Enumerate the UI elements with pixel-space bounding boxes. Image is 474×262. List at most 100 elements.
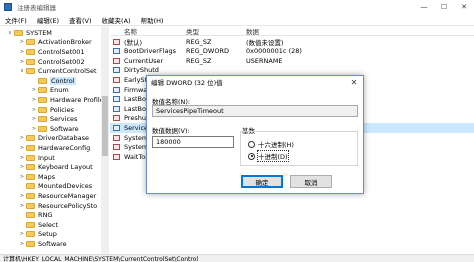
folder-icon <box>26 231 35 238</box>
collapse-chevron-icon[interactable]: ∨ <box>6 30 14 36</box>
column-header-type[interactable]: 类型 <box>186 26 199 36</box>
menu-view[interactable]: 查看(V) <box>64 15 97 25</box>
tree-item-label: Setup <box>38 230 57 239</box>
expand-chevron-icon[interactable]: > <box>30 107 38 113</box>
decimal-radio-label[interactable]: 十进制(D) <box>257 150 289 162</box>
tree-item[interactable]: > ControlSet002 <box>18 57 85 67</box>
collapse-chevron-icon[interactable]: ∨ <box>18 68 26 74</box>
value-row[interactable]: DirtyShutd <box>110 66 474 75</box>
tree-item[interactable]: > Hardware Profiles <box>30 95 107 105</box>
tree-item[interactable]: > Software <box>18 239 67 249</box>
menu-bar: 文件(F) 编辑(E) 查看(V) 收藏夹(A) 帮助(H) <box>0 14 474 26</box>
tree-item[interactable]: > Software <box>30 124 79 134</box>
tree-item[interactable]: > Setup <box>18 230 57 240</box>
tree-item-label: HardwareConfig <box>38 143 91 152</box>
binary-value-icon <box>113 48 120 55</box>
value-row[interactable]: (默认) REG_SZ (数值未设置) <box>110 37 474 47</box>
tree-item-label: Policies <box>50 105 75 114</box>
tree-item[interactable]: ∨ CurrentControlSet <box>18 66 97 76</box>
string-value-icon <box>113 38 120 45</box>
value-data: USERNAME <box>246 56 283 65</box>
dialog-close-icon[interactable]: ✕ <box>347 77 361 87</box>
tree-item-label: Maps <box>38 172 56 181</box>
expand-chevron-icon[interactable]: > <box>18 39 26 45</box>
decimal-radio[interactable]: 十进制(D) <box>248 150 289 162</box>
maximize-icon[interactable]: ☐ <box>434 0 454 14</box>
tree-item[interactable]: Control <box>30 76 76 86</box>
scrollbar-thumb[interactable] <box>102 96 108 156</box>
value-name-field[interactable]: ServicesPipeTimeout <box>152 105 358 117</box>
folder-icon <box>38 125 47 132</box>
expand-chevron-icon[interactable]: > <box>18 241 26 247</box>
string-value-icon <box>113 144 120 151</box>
tree-item[interactable]: > ActivationBroker <box>18 38 92 48</box>
tree-item[interactable]: > Input <box>18 153 55 163</box>
menu-help[interactable]: 帮助(H) <box>136 15 169 25</box>
tree-item-label: Software <box>38 239 67 248</box>
tree-item[interactable]: > ResourcePolicySto <box>18 201 97 211</box>
folder-icon <box>26 192 35 199</box>
tree-item[interactable]: > DriverDatabase <box>18 134 89 144</box>
expand-chevron-icon[interactable]: > <box>18 145 26 151</box>
string-value-icon <box>113 57 120 64</box>
tree-scrollbar[interactable] <box>101 26 109 254</box>
cancel-button[interactable]: 取消 <box>290 175 332 188</box>
tree-item[interactable]: > Enum <box>30 86 69 96</box>
menu-edit[interactable]: 编辑(E) <box>32 15 64 25</box>
decimal-radio-dot[interactable] <box>248 152 255 160</box>
tree-item-label: ControlSet002 <box>38 57 85 66</box>
minimize-icon[interactable]: — <box>414 0 434 14</box>
ok-button[interactable]: 确定 <box>241 175 283 188</box>
expand-chevron-icon[interactable]: > <box>18 231 26 237</box>
value-type: REG_SZ <box>186 56 212 65</box>
folder-icon <box>26 164 35 171</box>
tree-item[interactable]: > Policies <box>30 105 74 115</box>
tree-item[interactable]: > ControlSet001 <box>18 47 85 57</box>
column-header-name[interactable]: 名称 <box>124 26 137 36</box>
expand-chevron-icon[interactable]: > <box>18 49 26 55</box>
menu-favorites[interactable]: 收藏夹(A) <box>97 15 136 25</box>
expand-chevron-icon[interactable]: > <box>18 135 26 141</box>
expand-chevron-icon[interactable]: > <box>30 126 38 132</box>
expand-chevron-icon[interactable]: > <box>18 203 26 209</box>
menu-file[interactable]: 文件(F) <box>0 15 32 25</box>
hex-radio[interactable]: 十六进制(H) <box>248 139 294 149</box>
expand-chevron-icon[interactable]: > <box>18 155 26 161</box>
column-header-data[interactable]: 数据 <box>246 26 259 36</box>
value-data-input[interactable]: 180000 <box>152 136 234 148</box>
tree-item-label: ResourceManager <box>38 191 97 200</box>
title-bar: 注册表编辑器 — ☐ ✕ <box>0 0 474 14</box>
expand-chevron-icon[interactable]: > <box>18 59 26 65</box>
value-row[interactable]: CurrentUser REG_SZ USERNAME <box>110 56 474 65</box>
values-list-header: 名称 类型 数据 <box>110 26 474 36</box>
tree-item[interactable]: > Services <box>30 114 78 124</box>
folder-icon <box>26 58 35 65</box>
tree-item[interactable]: ∨ SYSTEM <box>6 28 52 38</box>
window-title: 注册表编辑器 <box>17 4 56 12</box>
tree-item[interactable]: MountedDevices <box>18 182 92 192</box>
folder-icon <box>14 29 23 36</box>
dialog-title-bar: 编辑 DWORD (32 位)值 ✕ <box>147 76 363 88</box>
tree-item[interactable]: RNG <box>18 210 52 220</box>
expand-chevron-icon[interactable]: > <box>18 174 26 180</box>
tree-item[interactable]: Select <box>18 220 58 230</box>
expand-chevron-icon[interactable]: > <box>30 97 38 103</box>
folder-icon <box>26 154 35 161</box>
folder-icon <box>26 68 35 75</box>
close-icon[interactable]: ✕ <box>454 0 474 14</box>
hex-radio-dot[interactable] <box>248 140 255 148</box>
hex-radio-label[interactable]: 十六进制(H) <box>258 139 294 149</box>
expand-chevron-icon[interactable]: > <box>30 87 38 93</box>
expand-chevron-icon[interactable]: > <box>18 164 26 170</box>
registry-tree[interactable]: ∨ SYSTEM > ActivationBroker > ControlSet001 > C… <box>0 26 109 254</box>
expand-chevron-icon[interactable]: > <box>18 193 26 199</box>
folder-icon <box>26 39 35 46</box>
value-row[interactable]: BootDriverFlags REG_DWORD 0x0000001c (28) <box>110 47 474 56</box>
tree-item[interactable]: > Maps <box>18 172 55 182</box>
expand-chevron-icon[interactable]: > <box>30 116 38 122</box>
tree-item-label: CurrentControlSet <box>38 67 97 76</box>
tree-item[interactable]: > Keyboard Layout <box>18 162 93 172</box>
tree-item[interactable]: > HardwareConfig <box>18 143 90 153</box>
edit-dword-dialog: 编辑 DWORD (32 位)值 ✕ 数值名称(N): ServicesPipe… <box>146 75 364 194</box>
tree-item[interactable]: > ResourceManager <box>18 191 96 201</box>
